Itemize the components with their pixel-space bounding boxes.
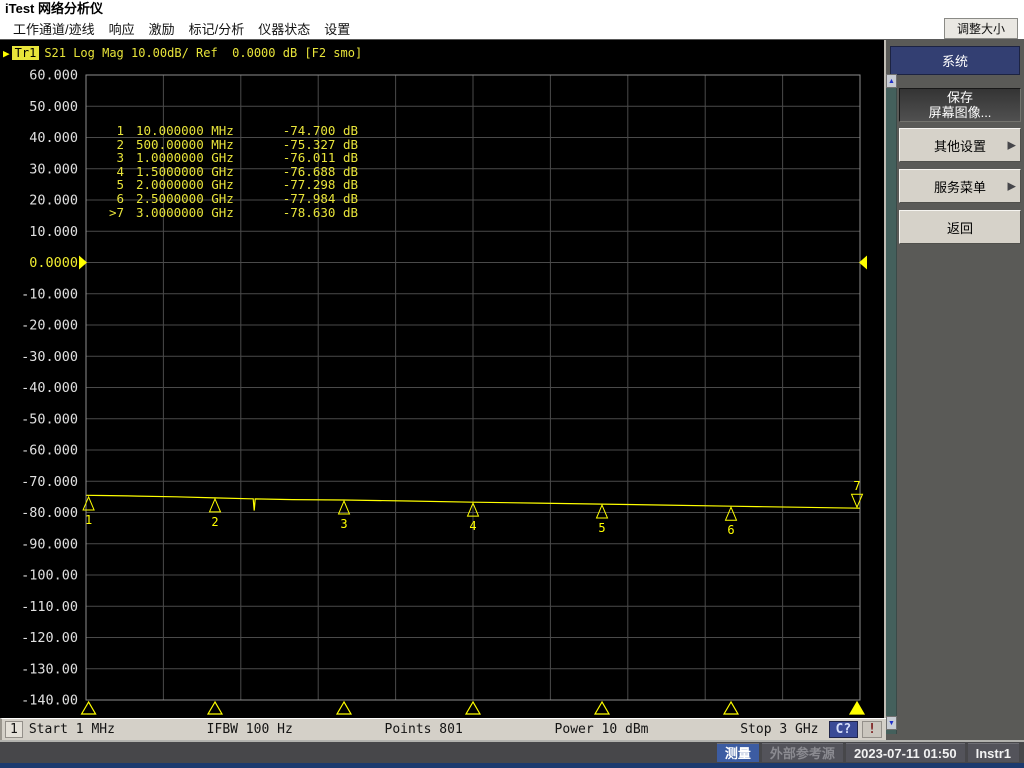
svg-text:-90.000: -90.000 xyxy=(21,536,78,552)
svg-text:30.000: 30.000 xyxy=(29,161,78,177)
window-title: iTest 网络分析仪 xyxy=(0,0,1024,18)
svg-text:-80.000: -80.000 xyxy=(21,505,78,521)
svg-text:60.000: 60.000 xyxy=(29,68,78,84)
other-settings-label: 其他设置 xyxy=(934,136,986,155)
softkey-scrollbar[interactable]: ▲ ▼ xyxy=(886,74,897,734)
svg-text:6: 6 xyxy=(727,523,734,537)
svg-text:-110.00: -110.00 xyxy=(21,599,78,615)
svg-text:-70.000: -70.000 xyxy=(21,474,78,490)
active-trace-arrow-icon: ▶ xyxy=(3,47,10,60)
svg-text:5: 5 xyxy=(598,521,605,535)
submenu-arrow-icon: ▶ xyxy=(1008,139,1016,152)
points-value: Points 801 xyxy=(385,722,463,737)
svg-text:0.0000: 0.0000 xyxy=(29,255,78,271)
svg-text:2: 2 xyxy=(211,515,218,529)
svg-text:-10.000: -10.000 xyxy=(21,286,78,302)
svg-text:-20.000: -20.000 xyxy=(21,318,78,334)
power-value: Power 10 dBm xyxy=(555,722,649,737)
marker-table-row: 2500.00000 MHz-75.327 dB xyxy=(94,138,358,152)
svg-text:-100.00: -100.00 xyxy=(21,568,78,584)
datetime-display: 2023-07-11 01:50 xyxy=(846,743,965,762)
svg-text:10.000: 10.000 xyxy=(29,224,78,240)
measure-state-badge: 测量 xyxy=(717,743,759,762)
marker-table-row: >73.0000000 GHz-78.630 dB xyxy=(94,206,358,220)
instrument-name: Instr1 xyxy=(968,743,1019,762)
back-button[interactable]: 返回 xyxy=(899,210,1021,244)
channel-number: 1 xyxy=(5,721,23,738)
ifbw-value: IFBW 100 Hz xyxy=(207,722,293,737)
correction-status-badge: C? xyxy=(829,721,859,738)
svg-text:3: 3 xyxy=(340,517,347,531)
softkey-menu-title: 系统 xyxy=(890,46,1020,75)
save-screen-image-label-2: 屏幕图像... xyxy=(929,105,992,120)
softkey-sidebar: 系统 ▲ ▼ 保存 屏幕图像... 其他设置 ▶ 服务菜单 ▶ 返回 xyxy=(886,40,1024,740)
save-screen-image-button[interactable]: 保存 屏幕图像... xyxy=(899,88,1021,122)
channel-status-bar: 1 Start 1 MHz IFBW 100 Hz Points 801 Pow… xyxy=(0,718,886,740)
menu-item-channel-trace[interactable]: 工作通道/迹线 xyxy=(6,17,102,40)
save-screen-image-label-1: 保存 xyxy=(947,90,973,105)
marker-table-row: 62.5000000 GHz-77.984 dB xyxy=(94,192,358,206)
stop-frequency: Stop 3 GHz xyxy=(740,722,818,737)
svg-text:4: 4 xyxy=(469,519,476,533)
marker-table-row: 110.000000 MHz-74.700 dB xyxy=(94,124,358,138)
trace-status-line: ▶ Tr1 S21 Log Mag 10.00dB/ Ref 0.0000 dB… xyxy=(3,46,362,60)
other-settings-button[interactable]: 其他设置 ▶ xyxy=(899,128,1021,162)
marker-readout-table: 110.000000 MHz-74.700 dB2500.00000 MHz-7… xyxy=(94,124,358,219)
svg-text:-140.00: -140.00 xyxy=(21,693,78,709)
external-reference-indicator: 外部参考源 xyxy=(762,743,843,762)
svg-text:40.000: 40.000 xyxy=(29,130,78,146)
menu-item-marker-analysis[interactable]: 标记/分析 xyxy=(182,17,252,40)
alert-badge: ! xyxy=(862,721,882,738)
submenu-arrow-icon: ▶ xyxy=(1008,180,1016,193)
svg-text:20.000: 20.000 xyxy=(29,193,78,209)
menu-item-response[interactable]: 响应 xyxy=(102,17,142,40)
service-menu-label: 服务菜单 xyxy=(934,177,986,196)
marker-table-row: 31.0000000 GHz-76.011 dB xyxy=(94,151,358,165)
svg-text:7: 7 xyxy=(853,479,860,493)
menu-bar: 工作通道/迹线 响应 激励 标记/分析 仪器状态 设置 调整大小 xyxy=(0,18,1024,40)
marker-table-row: 52.0000000 GHz-77.298 dB xyxy=(94,178,358,192)
analyzer-screen: 60.000 50.000 40.000 30.000 20.000 10.000 0.00… xyxy=(0,40,886,718)
scroll-up-icon[interactable]: ▲ xyxy=(886,74,897,88)
svg-text:-30.000: -30.000 xyxy=(21,349,78,365)
resize-button[interactable]: 调整大小 xyxy=(944,18,1018,39)
back-label: 返回 xyxy=(947,218,973,237)
menu-item-instrument-state[interactable]: 仪器状态 xyxy=(251,17,317,40)
instrument-bottom-bar: 测量 外部参考源 2023-07-11 01:50 Instr1 xyxy=(0,740,1024,768)
svg-text:-50.000: -50.000 xyxy=(21,411,78,427)
svg-text:-130.00: -130.00 xyxy=(21,661,78,677)
trace-label[interactable]: Tr1 xyxy=(12,46,40,60)
menu-item-settings[interactable]: 设置 xyxy=(317,17,357,40)
svg-text:-120.00: -120.00 xyxy=(21,630,78,646)
svg-text:1: 1 xyxy=(85,513,92,527)
service-menu-button[interactable]: 服务菜单 ▶ xyxy=(899,169,1021,203)
marker-table-row: 41.5000000 GHz-76.688 dB xyxy=(94,165,358,179)
start-frequency: Start 1 MHz xyxy=(29,722,115,737)
svg-text:-60.000: -60.000 xyxy=(21,443,78,459)
svg-text:-40.000: -40.000 xyxy=(21,380,78,396)
svg-text:50.000: 50.000 xyxy=(29,99,78,115)
scroll-down-icon[interactable]: ▼ xyxy=(886,716,897,730)
trace-format-text: S21 Log Mag 10.00dB/ Ref 0.0000 dB [F2 s… xyxy=(44,46,362,60)
menu-item-stimulus[interactable]: 激励 xyxy=(142,17,182,40)
